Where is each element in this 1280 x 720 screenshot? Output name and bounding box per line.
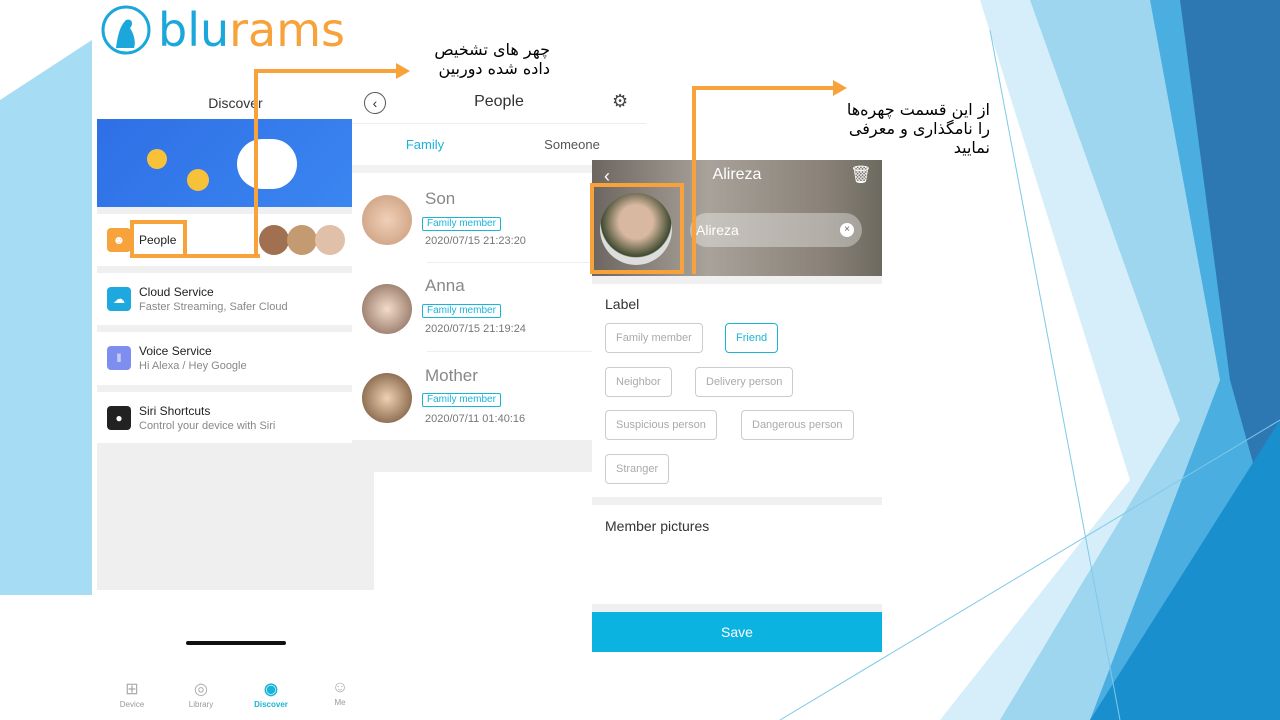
cloud-icon: ☁ — [107, 287, 131, 311]
annotation-line: از این قسمت چهره‌ها — [846, 100, 990, 119]
person-name: Anna — [425, 276, 465, 295]
label-chip[interactable]: Neighbor — [605, 367, 672, 397]
logo-text-blu: blu — [158, 3, 230, 57]
label-chip[interactable]: Suspicious person — [605, 410, 717, 440]
edit-title: Alireza — [712, 166, 762, 183]
label-chip[interactable]: Family member — [605, 323, 703, 353]
highlight-face-avatar — [590, 183, 684, 274]
voice-icon: ‖ — [107, 346, 131, 370]
discover-banner[interactable] — [97, 119, 352, 207]
person-date: 2020/07/15 21:19:24 — [425, 323, 526, 335]
ram-logo-icon — [101, 5, 151, 55]
person-icon: ☻ — [107, 228, 131, 252]
row-title: Siri Shortcuts — [139, 404, 211, 418]
logo-text-rams: rams — [229, 3, 346, 57]
tab-someone[interactable]: Someone — [498, 137, 646, 152]
arrow-line — [692, 86, 835, 90]
arrow-line — [692, 86, 696, 274]
member-pictures-heading: Member pictures — [605, 518, 710, 534]
label-chip[interactable]: Delivery person — [695, 367, 794, 397]
nav-label: Discover — [254, 700, 288, 709]
label-chip[interactable]: Stranger — [605, 454, 670, 484]
empty-area — [97, 443, 374, 591]
person-item-anna[interactable]: Anna Family member 2020/07/15 21:19:24 — [352, 262, 592, 350]
save-button[interactable]: Save — [592, 612, 882, 652]
nav-label: Library — [188, 700, 214, 709]
highlight-people-row — [130, 220, 187, 258]
person-name: Mother — [425, 366, 478, 385]
nav-discover[interactable]: ◉ Discover — [236, 679, 306, 709]
person-badge: Family member — [422, 393, 501, 407]
label-heading: Label — [605, 296, 640, 312]
person-name: Son — [425, 189, 456, 208]
nav-device[interactable]: ⊞ Device — [97, 679, 167, 709]
tab-family[interactable]: Family — [352, 137, 498, 152]
gear-icon[interactable]: ⚙ — [612, 91, 628, 112]
person-badge: Family member — [422, 217, 501, 231]
person-badge: Family member — [422, 304, 501, 318]
row-title: Cloud Service — [139, 285, 214, 299]
label-chip[interactable]: Dangerous person — [741, 410, 854, 440]
discover-title: Discover — [208, 95, 263, 111]
people-title: People — [474, 93, 524, 110]
arrow-line — [254, 69, 399, 73]
row-subtitle: Hi Alexa / Hey Google — [139, 360, 247, 372]
arrow-line — [184, 254, 260, 258]
device-icon: ⊞ — [125, 681, 139, 698]
trash-icon[interactable]: 🗑 — [850, 165, 872, 185]
row-siri-shortcuts[interactable]: ● Siri Shortcuts Control your device with… — [97, 392, 352, 444]
nav-me[interactable]: ☺ Me — [305, 679, 375, 707]
discover-screen: Discover ☻ People ☁ Cloud Service Faster … — [97, 85, 374, 709]
discover-icon: ◉ — [264, 681, 278, 698]
annotation-line: را نامگذاری و معرفی — [848, 119, 990, 138]
row-subtitle: Control your device with Siri — [139, 420, 276, 432]
row-cloud-service[interactable]: ☁ Cloud Service Faster Streaming, Safer C… — [97, 273, 352, 325]
row-subtitle: Faster Streaming, Safer Cloud — [139, 301, 288, 313]
arrow-head-icon — [833, 80, 847, 96]
row-voice-service[interactable]: ‖ Voice Service Hi Alexa / Hey Google — [97, 332, 352, 384]
nav-label: Me — [334, 698, 346, 707]
siri-icon: ● — [107, 406, 131, 430]
person-date: 2020/07/11 01:40:16 — [425, 413, 526, 425]
home-indicator — [186, 641, 286, 645]
blurams-logo: blurams — [100, 4, 345, 56]
clear-icon[interactable]: × — [840, 223, 854, 237]
name-input-value: Alireza — [696, 222, 739, 238]
me-icon: ☺ — [331, 679, 349, 696]
annotation-line: نمایید — [953, 138, 990, 157]
arrow-line — [254, 69, 258, 258]
avatar — [362, 373, 412, 423]
arrow-head-icon — [396, 63, 410, 79]
label-chip-selected[interactable]: Friend — [725, 323, 779, 353]
row-title: Voice Service — [139, 344, 212, 358]
nav-label: Device — [119, 700, 145, 709]
person-date: 2020/07/15 21:23:20 — [425, 235, 526, 247]
face-thumbnails — [259, 225, 345, 255]
person-item-son[interactable]: Son Family member 2020/07/15 21:23:20 — [352, 173, 592, 261]
avatar — [362, 195, 412, 245]
annotation-name-faces: از این قسمت چهره‌ها را نامگذاری و معرفی … — [800, 100, 990, 157]
nav-library[interactable]: ◎ Library — [166, 679, 236, 709]
person-item-mother[interactable]: Mother Family member 2020/07/11 01:40:16 — [352, 351, 592, 439]
name-input[interactable]: Alireza × — [690, 213, 862, 247]
avatar — [362, 284, 412, 334]
library-icon: ◎ — [194, 681, 208, 698]
annotation-line: چهر های تشخیص — [434, 40, 550, 59]
